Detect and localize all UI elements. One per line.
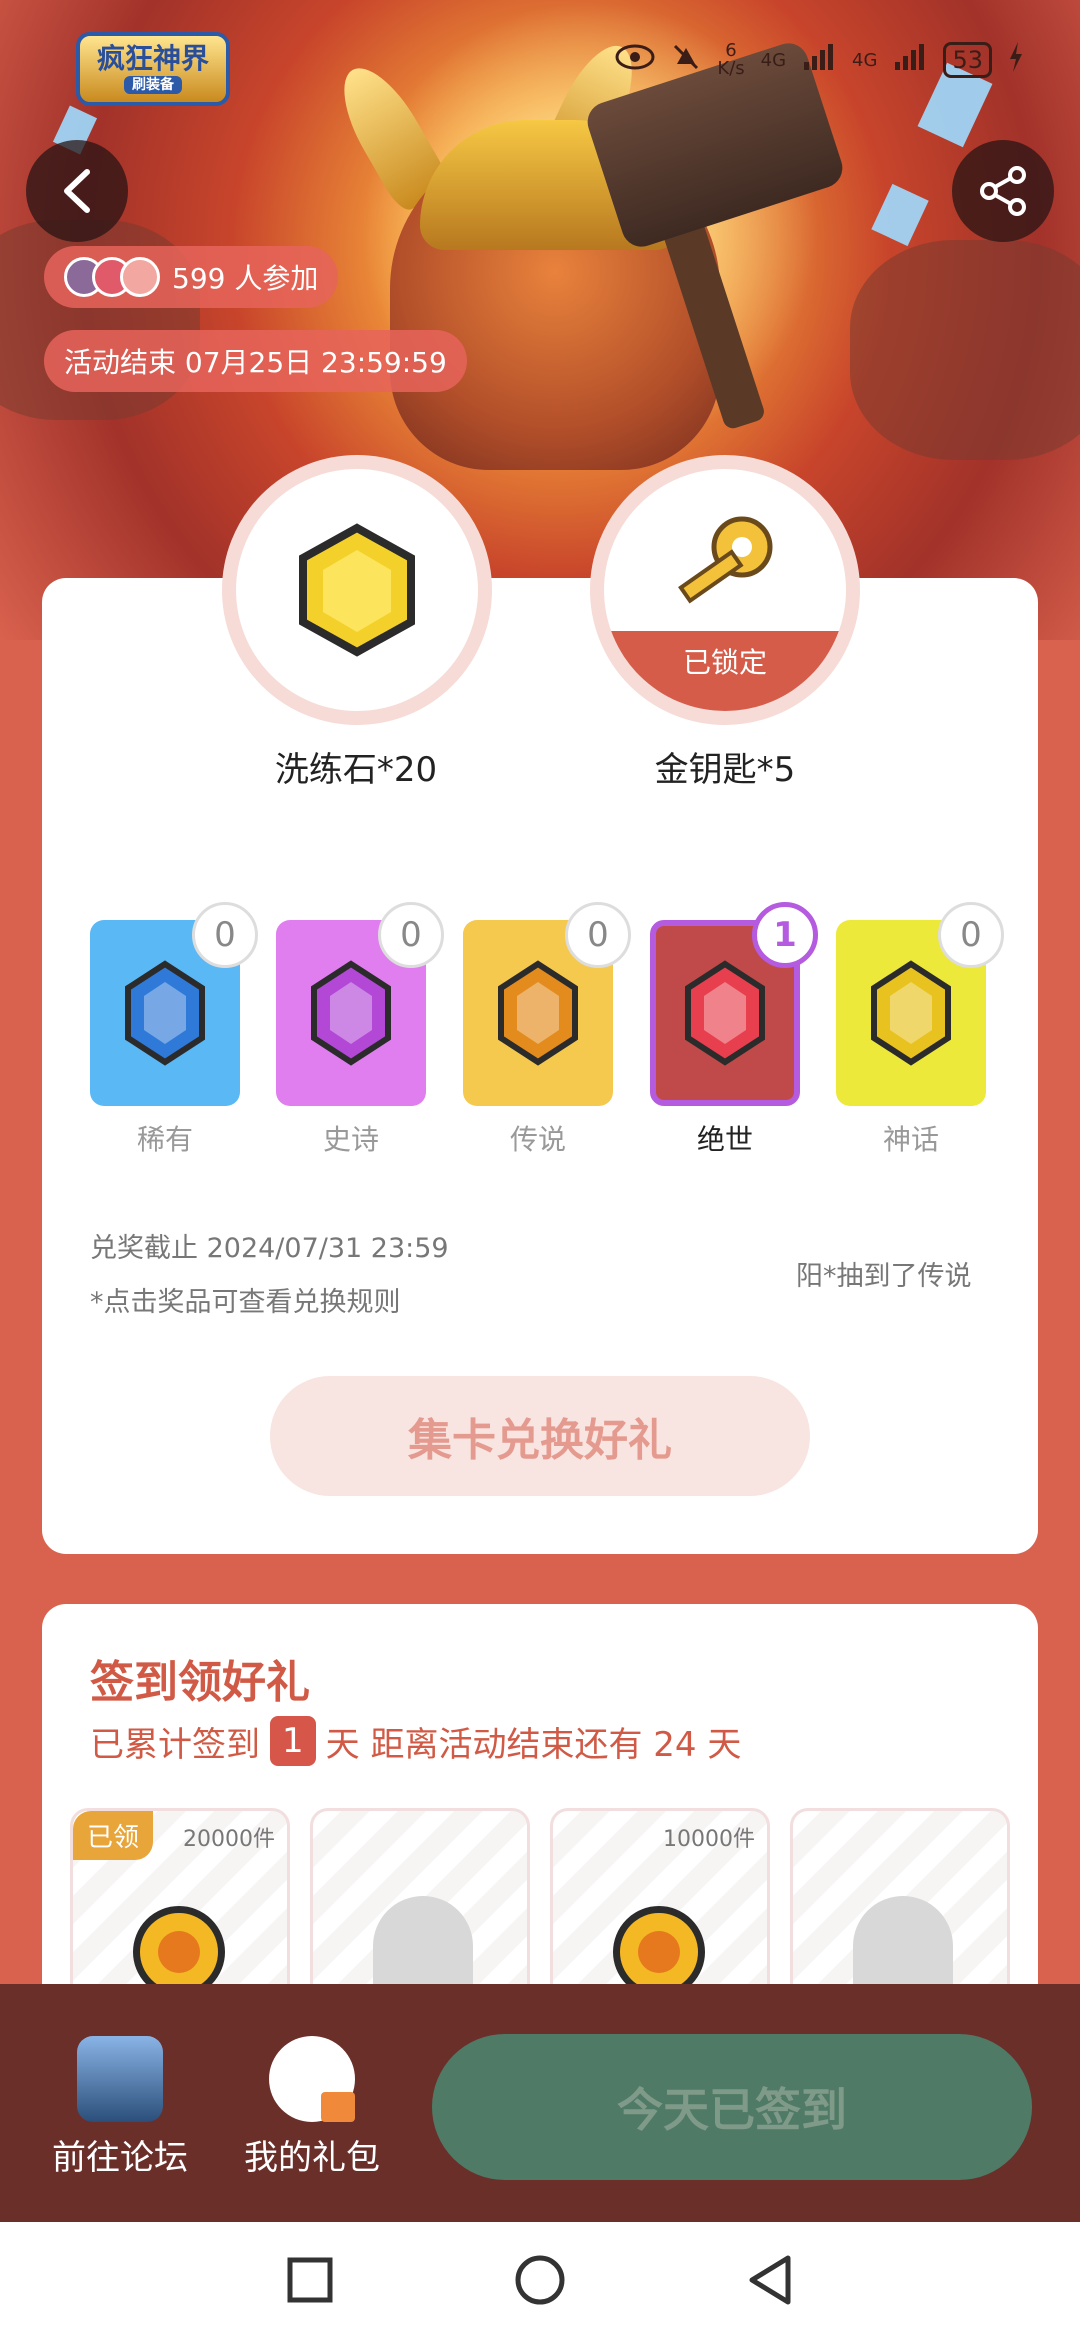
activity-end-pill: 活动结束 07月25日 23:59:59 [44, 330, 467, 392]
game-logo: 疯狂神界 刷装备 [76, 32, 230, 106]
prize-name: 洗练石*20 [274, 750, 438, 790]
signin-prefix: 已累计签到 [90, 1724, 260, 1765]
winner-ticker: 阳*抽到了传说 [796, 1261, 972, 1292]
gem-icon [871, 960, 951, 1066]
share-icon [980, 166, 1026, 216]
card-label: 绝世 [696, 1123, 753, 1156]
card-count-badge: 0 [192, 902, 258, 968]
reward-card[interactable] [310, 1808, 530, 2008]
reward-card[interactable]: 10000件 [550, 1808, 770, 2008]
game-logo-subtitle: 刷装备 [124, 75, 182, 94]
signin-title: 签到领好礼 [90, 1657, 310, 1708]
hero-rock [850, 240, 1080, 460]
redeem-button-label: 集卡兑换好礼 [408, 1415, 672, 1466]
gem-hexagon-icon [299, 523, 415, 657]
prize-item-washing-stone[interactable] [222, 455, 492, 725]
mute-icon [671, 42, 701, 78]
forum-label: 前往论坛 [52, 2138, 188, 2178]
home-icon[interactable] [510, 2250, 570, 2310]
card-count-badge: 0 [565, 902, 631, 968]
system-nav-bar [0, 2222, 1080, 2340]
signal-icon [893, 42, 927, 78]
locked-label: 已锁定 [604, 631, 846, 711]
chevron-left-icon [64, 169, 90, 213]
signin-suffix: 天 距离活动结束还有 24 天 [325, 1724, 742, 1765]
status-bar: 疯狂神界 刷装备 6 K/s 4G 4G 53 [0, 0, 1080, 110]
card-label: 神话 [882, 1123, 939, 1156]
gem-icon [685, 960, 765, 1066]
forum-icon [77, 2036, 163, 2122]
signin-days: 1 [270, 1716, 316, 1766]
eye-icon [615, 44, 655, 76]
redeem-button[interactable]: 集卡兑换好礼 [270, 1376, 810, 1496]
network-label: 4G [760, 49, 787, 71]
my-gifts-button[interactable]: 我的礼包 [217, 2036, 407, 2179]
activity-end-time: 活动结束 07月25日 23:59:59 [64, 346, 447, 379]
gem-icon [125, 960, 205, 1066]
redeem-rule-hint: *点击奖品可查看兑换规则 [90, 1287, 401, 1318]
reward-qty: 10000件 [663, 1827, 755, 1852]
bottom-action-bar: 前往论坛 我的礼包 今天已签到 [0, 1984, 1080, 2222]
reward-qty: 20000件 [183, 1827, 275, 1852]
back-button[interactable] [26, 140, 128, 242]
reward-card[interactable] [790, 1808, 1010, 2008]
participants-count: 599 人参加 [172, 262, 319, 295]
gift-icon [269, 2036, 355, 2122]
card-label: 传说 [509, 1123, 566, 1156]
network-label: 4G [852, 49, 878, 71]
net-speed-unit: K/s [717, 58, 745, 79]
card-count-badge: 0 [938, 902, 1004, 968]
signed-today-label: 今天已签到 [617, 2083, 847, 2137]
card-count-badge: 0 [378, 902, 444, 968]
prize-item-gold-key[interactable]: 已锁定 [590, 455, 860, 725]
game-logo-title: 疯狂神界 [96, 41, 209, 75]
gem-icon [498, 960, 578, 1066]
battery-indicator: 53 [943, 42, 992, 78]
gift-label: 我的礼包 [244, 2138, 380, 2178]
gem-icon [311, 960, 391, 1066]
card-label: 史诗 [322, 1123, 379, 1156]
recent-apps-icon[interactable] [280, 2250, 340, 2310]
back-nav-icon[interactable] [740, 2250, 800, 2310]
reward-card[interactable]: 已领 20000件 [70, 1808, 290, 2008]
share-button[interactable] [952, 140, 1054, 242]
hero-crystal [871, 183, 929, 247]
redeem-deadline: 兑奖截止 2024/07/31 23:59 [90, 1233, 449, 1264]
participant-avatars [64, 257, 160, 297]
claimed-tag: 已领 [73, 1811, 154, 1860]
key-icon [678, 516, 773, 604]
forum-button[interactable]: 前往论坛 [25, 2036, 215, 2179]
card-label: 稀有 [136, 1123, 193, 1156]
signed-today-button[interactable]: 今天已签到 [432, 2034, 1032, 2180]
status-icons: 6 K/s 4G 4G 53 [615, 42, 1024, 78]
avatar [120, 257, 160, 297]
net-speed: 6 K/s [717, 42, 744, 78]
prize-name: 金钥匙*5 [654, 750, 796, 790]
participants-pill[interactable]: 599 人参加 [44, 246, 339, 308]
card-count-badge: 1 [752, 902, 818, 968]
signin-progress: 已累计签到 1 天 距离活动结束还有 24 天 [90, 1716, 741, 1766]
charging-icon [1008, 42, 1024, 78]
signal-icon [802, 42, 836, 78]
